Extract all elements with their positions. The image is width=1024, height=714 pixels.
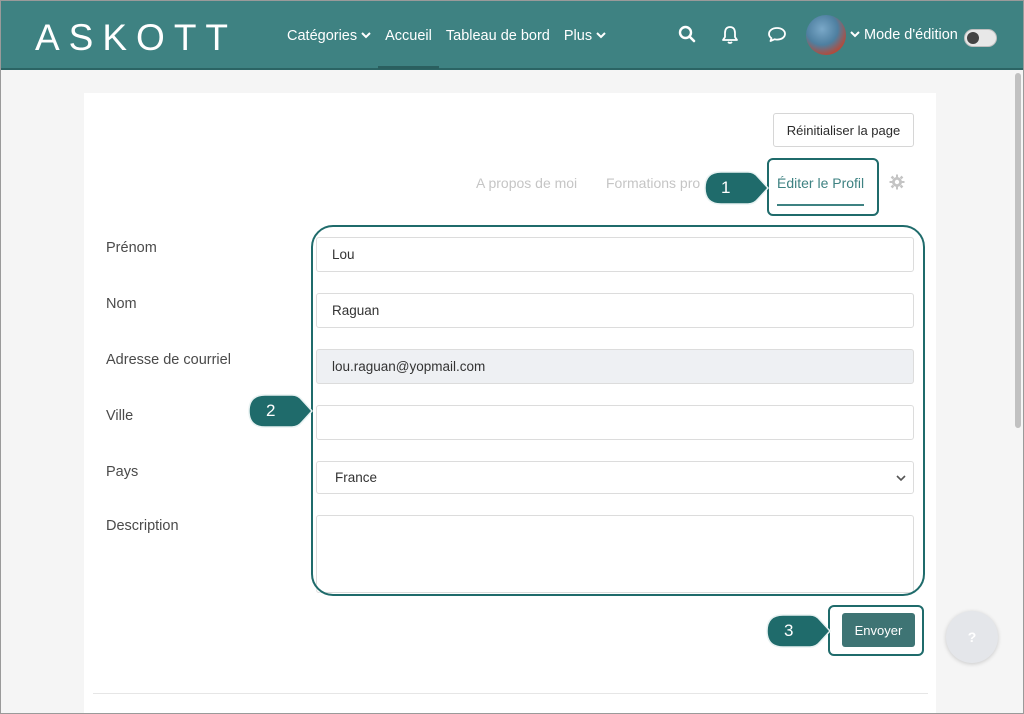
- chevron-down-icon[interactable]: [850, 30, 860, 40]
- email-label: Adresse de courriel: [106, 352, 231, 368]
- lastname-label: Nom: [106, 296, 137, 312]
- askott-logo[interactable]: ASKOTT: [35, 17, 237, 59]
- description-textarea[interactable]: [316, 515, 914, 593]
- page-scrollbar[interactable]: [1015, 73, 1021, 428]
- nav-accueil[interactable]: Accueil: [378, 26, 439, 69]
- email-field: lou.raguan@yopmail.com: [316, 349, 914, 384]
- card-divider: [93, 693, 928, 694]
- nav-accueil-label: Accueil: [385, 28, 432, 44]
- firstname-value: Lou: [332, 247, 355, 262]
- chat-icon[interactable]: [767, 25, 787, 45]
- nav-plus-label: Plus: [563, 28, 593, 44]
- main-nav: Catégories Accueil Tableau de bord Plus: [287, 26, 620, 69]
- chevron-down-icon: [361, 31, 371, 41]
- tab-formations[interactable]: Formations pro: [606, 175, 700, 191]
- edit-mode-toggle[interactable]: [964, 29, 997, 47]
- country-label: Pays: [106, 464, 139, 480]
- reset-page-button[interactable]: Réinitialiser la page: [773, 113, 914, 147]
- browser-frame: ASKOTT Catégories Accueil Tableau de bor…: [0, 0, 1024, 714]
- callout-number-3: 3: [784, 621, 794, 640]
- callout-number-2: 2: [266, 401, 276, 420]
- country-value: France: [335, 470, 378, 485]
- city-label: Ville: [106, 408, 134, 424]
- edit-mode-label: Mode d'édition: [864, 27, 958, 43]
- tab-about-me[interactable]: A propos de moi: [476, 175, 577, 191]
- firstname-label: Prénom: [106, 240, 157, 256]
- nav-categories-label: Catégories: [287, 28, 358, 44]
- search-icon[interactable]: [678, 25, 698, 45]
- user-avatar[interactable]: [806, 15, 846, 55]
- tab-edit-profile[interactable]: Éditer le Profil: [777, 175, 864, 191]
- nav-tableau-de-bord[interactable]: Tableau de bord: [446, 26, 550, 46]
- city-field[interactable]: [316, 405, 914, 440]
- description-label: Description: [106, 518, 179, 534]
- nav-tableau-de-bord-label: Tableau de bord: [445, 28, 550, 44]
- nav-plus[interactable]: Plus: [564, 26, 606, 46]
- submit-button[interactable]: Envoyer: [842, 613, 915, 647]
- callout-number-1: 1: [721, 178, 731, 197]
- firstname-field[interactable]: Lou: [316, 237, 914, 272]
- lastname-field[interactable]: Raguan: [316, 293, 914, 328]
- bell-icon[interactable]: [721, 25, 741, 45]
- lastname-value: Raguan: [332, 303, 380, 318]
- active-tab-indicator: [777, 204, 864, 206]
- email-value: lou.raguan@yopmail.com: [332, 359, 486, 374]
- chevron-down-icon: [895, 472, 907, 484]
- chevron-down-icon: [596, 31, 606, 41]
- country-select[interactable]: France: [316, 461, 914, 494]
- nav-categories[interactable]: Catégories: [287, 26, 371, 46]
- gear-icon[interactable]: [889, 174, 905, 190]
- help-button[interactable]: ?: [946, 611, 998, 663]
- top-navbar: ASKOTT Catégories Accueil Tableau de bor…: [1, 1, 1023, 70]
